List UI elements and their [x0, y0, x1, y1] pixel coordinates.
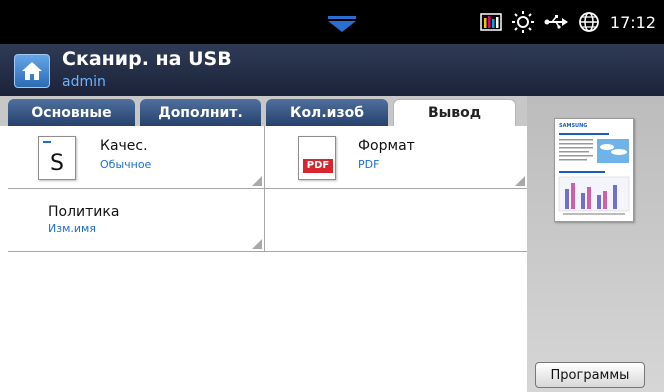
- tab-bar: Основные Дополнит. Кол.изоб Вывод: [0, 96, 527, 126]
- preview-panel: SAMSUNG Программы: [527, 96, 664, 392]
- toner-level-icon[interactable]: [480, 12, 502, 32]
- sun-icon[interactable]: [511, 11, 534, 33]
- preview-brand: SAMSUNG: [559, 123, 587, 129]
- preview-page-image: SAMSUNG: [558, 123, 630, 215]
- tab-advanced[interactable]: Дополнит.: [140, 99, 261, 126]
- policy-value: Изм.имя: [48, 222, 96, 235]
- page-title: Сканир. на USB: [62, 48, 232, 70]
- status-bar: 17:12: [0, 0, 664, 44]
- expand-corner-icon: [515, 176, 525, 186]
- policy-setting[interactable]: [8, 189, 264, 252]
- expand-corner-icon: [252, 239, 262, 249]
- expand-corner-icon: [252, 176, 262, 186]
- notification-drawer-icon[interactable]: [320, 12, 364, 36]
- usb-icon[interactable]: [544, 14, 568, 30]
- quality-value: Обычное: [100, 158, 152, 171]
- policy-label: Политика: [48, 204, 120, 220]
- tab-image-count[interactable]: Кол.изоб: [266, 99, 388, 126]
- settings-panel: S Качес. Обычное PDF Формат PDF Политика…: [0, 126, 527, 392]
- format-label: Формат: [358, 138, 415, 154]
- globe-icon[interactable]: [578, 11, 600, 33]
- tab-basic[interactable]: Основные: [8, 99, 135, 126]
- format-value: PDF: [358, 158, 380, 171]
- quality-icon: S: [38, 136, 76, 180]
- home-button[interactable]: [14, 54, 50, 88]
- header-bar: Сканир. на USB admin: [0, 44, 664, 96]
- quality-label: Качес.: [100, 138, 148, 154]
- empty-setting-cell: [265, 189, 527, 252]
- document-preview[interactable]: SAMSUNG: [554, 118, 634, 222]
- pdf-file-icon: PDF: [298, 136, 336, 180]
- status-time: 17:12: [609, 12, 656, 32]
- tab-output[interactable]: Вывод: [393, 99, 516, 126]
- programs-button[interactable]: Программы: [535, 362, 645, 388]
- home-icon: [22, 62, 42, 80]
- user-name: admin: [62, 74, 106, 90]
